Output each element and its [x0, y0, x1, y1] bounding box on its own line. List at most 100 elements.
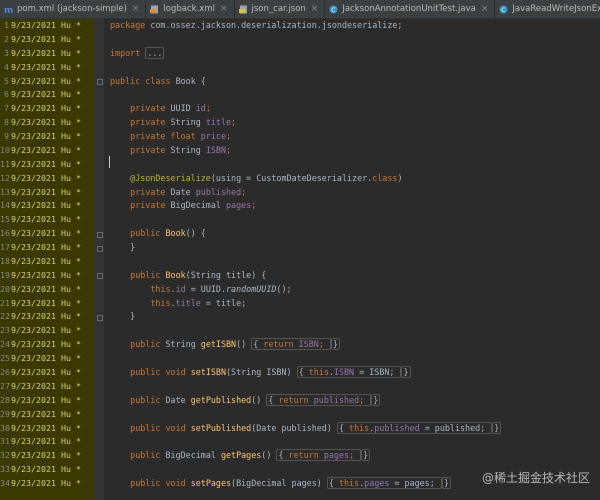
blame-row[interactable]: 159/23/2021 Hu * — [0, 213, 94, 227]
blame-date: 9/23/2021 — [11, 242, 56, 253]
svg-text:m: m — [4, 6, 13, 14]
blame-row[interactable]: 149/23/2021 Hu * — [0, 199, 94, 213]
blame-author: Hu * — [60, 20, 81, 30]
tab-4[interactable]: C JacksonAnnotationUnitTest.java × — [325, 0, 496, 18]
blame-row[interactable]: 279/23/2021 Hu * — [0, 380, 94, 394]
tab-3[interactable]: json_car.json × — [235, 0, 326, 18]
fold-getpublished-end[interactable]: } — [371, 393, 381, 406]
line-number: 16 — [0, 228, 10, 239]
close-icon[interactable]: × — [132, 4, 140, 14]
code-line-28: public Date getPublished() { return publ… — [130, 393, 381, 406]
blame-row[interactable]: 229/23/2021 Hu * — [0, 310, 94, 324]
blame-row[interactable]: 319/23/2021 Hu * — [0, 435, 94, 449]
blame-date: 9/23/2021 — [11, 339, 56, 350]
blame-row[interactable]: 239/23/2021 Hu * — [0, 324, 94, 338]
blame-date: 9/23/2021 — [11, 283, 56, 294]
blame-author: Hu * — [60, 103, 81, 114]
blame-author: Hu * — [60, 214, 81, 225]
blame-date: 9/23/2021 — [11, 297, 56, 308]
fold-marker-icon[interactable] — [97, 79, 103, 86]
blame-date: 9/23/2021 — [11, 75, 56, 86]
blame-row[interactable]: 129/23/2021 Hu * — [0, 172, 94, 186]
blame-author: Hu * — [60, 422, 81, 433]
close-icon[interactable]: × — [481, 4, 489, 14]
blame-row[interactable]: 5 9/23/2021 Hu * — [0, 75, 94, 89]
blame-date: 9/23/2021 — [11, 89, 56, 100]
blame-row[interactable]: 259/23/2021 Hu * — [0, 352, 94, 366]
blame-author: Hu * — [60, 367, 81, 377]
fold-marker-icon[interactable] — [97, 245, 103, 252]
blame-row[interactable]: 119/23/2021 Hu * — [0, 158, 94, 172]
fold-marker-icon[interactable] — [97, 273, 103, 280]
line-number: 5 — [4, 75, 9, 86]
fold-getpages-end[interactable]: } — [361, 449, 371, 462]
tab-label: logback.xml — [163, 4, 215, 14]
fold-getisbn[interactable]: { return ISBN; — [251, 338, 331, 351]
fold-setisbn[interactable]: { this.ISBN = ISBN; — [296, 366, 402, 378]
blame-date: 9/23/2021 — [11, 158, 56, 169]
blame-row[interactable]: 299/23/2021 Hu * — [0, 408, 94, 422]
blame-row[interactable]: 339/23/2021 Hu * — [0, 463, 94, 477]
blame-row[interactable]: 169/23/2021 Hu * — [0, 227, 94, 241]
blame-row[interactable]: 289/23/2021 Hu * — [0, 394, 94, 408]
blame-date: 9/23/2021 — [11, 33, 56, 44]
fold-getpages[interactable]: { return pages; — [276, 449, 362, 462]
close-icon[interactable]: × — [311, 4, 319, 14]
fold-setpages[interactable]: { this.pages = pages; — [326, 477, 442, 490]
blame-author: Hu * — [60, 311, 81, 322]
tab-2[interactable]: logback.xml × — [146, 0, 235, 18]
import-fold-toggle[interactable]: ... — [145, 46, 165, 59]
blame-author: Hu * — [60, 33, 81, 44]
fold-setisbn-end[interactable]: } — [401, 366, 411, 378]
blame-row[interactable]: 189/23/2021 Hu * — [0, 255, 94, 269]
fold-getpublished[interactable]: { return published; — [266, 393, 372, 406]
code-line-32: public BigDecimal getPages() { return pa… — [130, 449, 371, 462]
blame-row[interactable]: 139/23/2021 Hu * — [0, 186, 94, 200]
line-number: 9 — [4, 131, 9, 142]
blame-row[interactable]: 6 9/23/2021 Hu * — [0, 88, 94, 102]
blame-row[interactable]: 269/23/2021 Hu * — [0, 366, 94, 380]
blame-date: 9/23/2021 — [11, 255, 56, 266]
blame-date: 9/23/2021 — [11, 47, 56, 58]
blame-row[interactable]: 1 9/23/2021 Hu * — [0, 19, 94, 33]
code-line-26: public void setISBN(String ISBN) { this.… — [130, 366, 411, 378]
tab-label: pom.xml (jackson-simple) — [17, 4, 127, 14]
blame-row[interactable]: 349/23/2021 Hu * — [0, 477, 94, 491]
fold-marker-icon[interactable] — [97, 231, 103, 238]
blame-row[interactable]: 209/23/2021 Hu * — [0, 283, 94, 297]
fold-setpages-end[interactable]: } — [441, 477, 451, 490]
tab-1[interactable]: m pom.xml (jackson-simple) × — [0, 0, 147, 18]
blame-row[interactable]: 7 9/23/2021 Hu * — [0, 102, 94, 116]
blame-row[interactable]: 3 9/23/2021 Hu * — [0, 47, 94, 61]
fold-getisbn-end[interactable]: } — [330, 338, 340, 351]
json-file-icon — [238, 5, 248, 14]
blame-row[interactable]: 309/23/2021 Hu * — [0, 422, 94, 436]
blame-date: 9/23/2021 — [11, 436, 56, 447]
blame-row[interactable]: 8 9/23/2021 Hu * — [0, 116, 94, 130]
blame-row[interactable]: 329/23/2021 Hu * — [0, 449, 94, 463]
blame-row[interactable]: 179/23/2021 Hu * — [0, 241, 94, 255]
blame-row[interactable]: 4 9/23/2021 Hu * — [0, 61, 94, 75]
close-icon[interactable]: × — [220, 4, 228, 14]
blame-row[interactable]: 219/23/2021 Hu * — [0, 297, 94, 311]
blame-row[interactable]: 249/23/2021 Hu * — [0, 338, 94, 352]
blame-author: Hu * — [60, 380, 81, 391]
tab-5[interactable]: CJavaReadWriteJsonExampleUnitTest.java× — [495, 0, 600, 18]
fold-setpublished[interactable]: { this.published = published; — [336, 421, 493, 434]
fold-marker-icon[interactable] — [97, 314, 103, 321]
blame-author: Hu * — [60, 283, 81, 294]
line-number: 15 — [0, 214, 10, 225]
blame-row[interactable]: 2 9/23/2021 Hu * — [0, 33, 94, 47]
line-number: 6 — [4, 89, 9, 100]
code-line-3: import ... — [110, 46, 165, 59]
line-number: 25 — [0, 353, 10, 364]
blame-row[interactable]: 9 9/23/2021 Hu * — [0, 130, 94, 144]
blame-row[interactable]: 109/23/2021 Hu * — [0, 144, 94, 158]
blame-row[interactable]: 199/23/2021 Hu * — [0, 269, 94, 283]
blame-author: Hu * — [60, 394, 81, 405]
fold-setpublished-end[interactable]: } — [492, 421, 502, 434]
blame-date: 9/23/2021 — [11, 269, 56, 280]
line-number: 19 — [0, 269, 10, 280]
code-editor[interactable]: package com.ossez.jackson.deserializatio… — [104, 19, 600, 500]
code-line-14: private BigDecimal pages; — [130, 200, 257, 211]
